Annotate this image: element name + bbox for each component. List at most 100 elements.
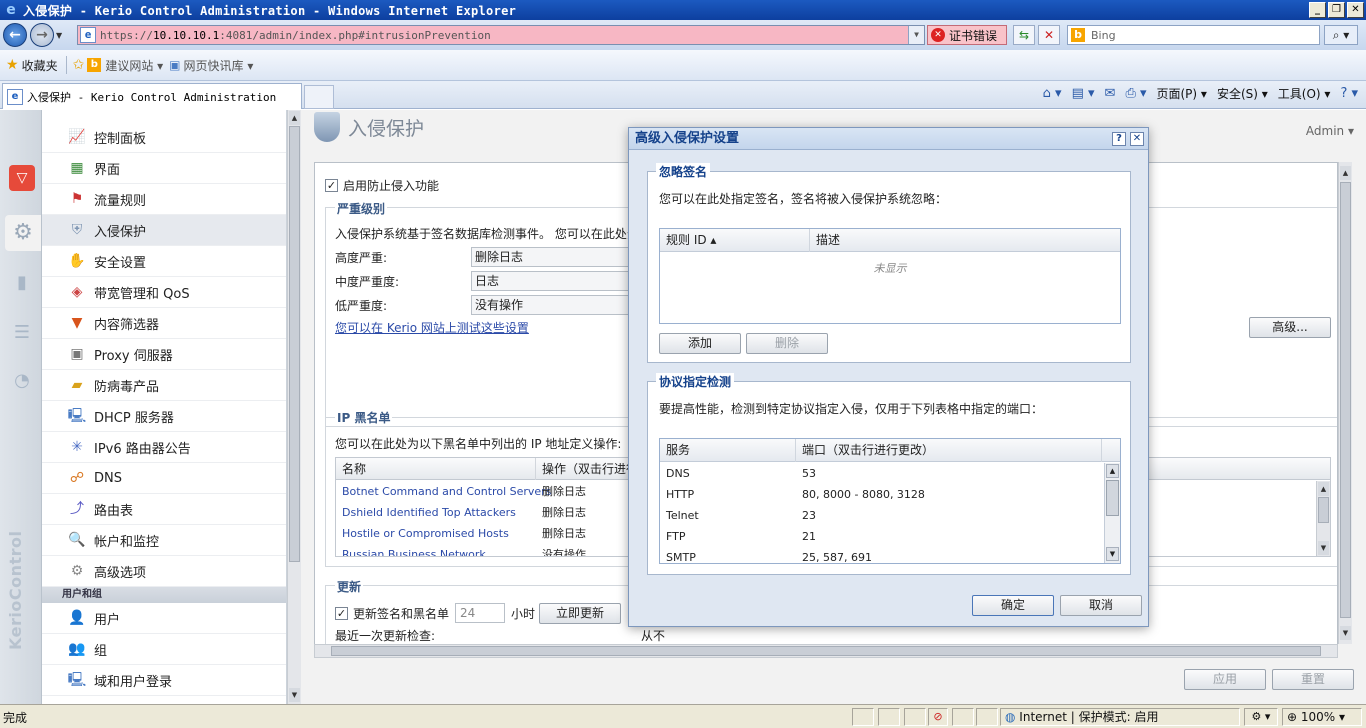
close-icon[interactable]: ✕: [1130, 132, 1144, 146]
sidebar-item-dns[interactable]: ☍ DNS: [42, 463, 286, 494]
scroll-thumb[interactable]: [289, 126, 300, 562]
sidebar-item-domains[interactable]: 🖳 域和用户登录: [42, 665, 286, 696]
sidebar-item-groups[interactable]: 👥 组: [42, 634, 286, 665]
scroll-up-icon[interactable]: ▲: [1318, 482, 1329, 496]
table-row[interactable]: HTTP 80, 8000 - 8080, 3128: [660, 484, 1105, 505]
sidebar-item-content-filter[interactable]: ▼ 内容筛选器: [42, 308, 286, 339]
table-row[interactable]: Telnet 23: [660, 505, 1105, 526]
blacklist-scrollbar[interactable]: ▲ ▼: [1316, 481, 1330, 556]
sidebar-item-dashboard[interactable]: 📈 控制面板: [42, 122, 286, 153]
search-button[interactable]: ⌕ ▾: [1324, 25, 1358, 45]
reset-button[interactable]: 重置: [1272, 669, 1354, 690]
scroll-thumb[interactable]: [1318, 497, 1329, 523]
blacklist-name[interactable]: Russian Business Network: [336, 544, 486, 556]
safety-menu[interactable]: 安全(S) ▾: [1217, 85, 1268, 102]
status-section-icon[interactable]: ◔: [9, 368, 35, 394]
scroll-up-icon[interactable]: ▲: [1340, 166, 1351, 180]
forward-icon[interactable]: →: [30, 23, 54, 47]
auto-update-checkbox[interactable]: ✓: [335, 607, 348, 620]
col-port-header[interactable]: 端口（双击行进行更改）: [796, 439, 1102, 462]
scroll-thumb[interactable]: [1106, 480, 1119, 516]
sidebar-item-traffic-rules[interactable]: ⚑ 流量规则: [42, 184, 286, 215]
print-icon[interactable]: ⎙ ▾: [1125, 86, 1146, 101]
popup-blocked-icon[interactable]: ⊘: [928, 708, 948, 726]
scroll-down-icon[interactable]: ▼: [1318, 541, 1329, 555]
update-now-button[interactable]: 立即更新: [539, 603, 621, 624]
high-severity-select[interactable]: 删除日志: [471, 247, 631, 267]
statistics-section-icon[interactable]: ▮: [9, 270, 35, 296]
apply-button[interactable]: 应用: [1184, 669, 1266, 690]
new-tab-button[interactable]: [304, 85, 334, 109]
sidebar-item-accounting[interactable]: 🔍 帐户和监控: [42, 525, 286, 556]
security-zone[interactable]: ◍ Internet | 保护模式: 启用: [1000, 708, 1240, 726]
web-slice-button[interactable]: ▣ 网页快讯库 ▾: [169, 57, 253, 74]
cancel-button[interactable]: 取消: [1060, 595, 1142, 616]
url-dropdown-icon[interactable]: ▼: [908, 26, 924, 44]
config-section-icon[interactable]: ⚙: [5, 215, 41, 251]
security-section-icon[interactable]: ▽: [9, 165, 35, 191]
scroll-down-icon[interactable]: ▼: [289, 688, 300, 702]
search-input[interactable]: b Bing: [1067, 25, 1320, 45]
home-icon[interactable]: ⌂ ▾: [1043, 86, 1062, 101]
favorites-button[interactable]: ★ 收藏夹: [6, 57, 58, 74]
page-menu[interactable]: 页面(P) ▾: [1157, 85, 1207, 102]
table-row[interactable]: DNS 53: [660, 463, 1105, 484]
hscroll-thumb[interactable]: [331, 646, 1321, 656]
sidebar-item-advanced[interactable]: ⚙ 高级选项: [42, 556, 286, 587]
protected-mode-icon[interactable]: ⚙ ▾: [1244, 708, 1278, 726]
logs-section-icon[interactable]: ☰: [9, 320, 35, 346]
sidebar-item-antivirus[interactable]: ▰ 防病毒产品: [42, 370, 286, 401]
browser-tab[interactable]: e 入侵保护 - Kerio Control Administration: [2, 83, 302, 109]
scroll-down-icon[interactable]: ▼: [1106, 547, 1119, 561]
stop-icon[interactable]: ✕: [1038, 25, 1060, 45]
refresh-icon[interactable]: ⇆: [1013, 25, 1035, 45]
main-scrollbar[interactable]: ▲ ▼: [1338, 162, 1352, 644]
mail-icon[interactable]: ✉: [1105, 86, 1116, 101]
table-row[interactable]: FTP 21: [660, 526, 1105, 547]
url-field[interactable]: e https://10.10.10.1:4081/admin/index.ph…: [77, 25, 925, 45]
scroll-thumb[interactable]: [1340, 182, 1351, 618]
admin-menu[interactable]: Admin ▾: [1306, 124, 1354, 138]
history-dropdown-icon[interactable]: ▼: [56, 31, 66, 40]
feeds-icon[interactable]: ▤ ▾: [1072, 86, 1095, 101]
blacklist-name[interactable]: Botnet Command and Control Servers: [336, 481, 551, 502]
sidebar-item-security-settings[interactable]: ✋ 安全设置: [42, 246, 286, 277]
col-name-header[interactable]: 名称: [336, 458, 536, 480]
col-service-header[interactable]: 服务: [660, 439, 796, 462]
help-icon[interactable]: ?: [1112, 132, 1126, 146]
main-hscrollbar[interactable]: [314, 644, 1338, 658]
remove-signature-button[interactable]: 删除: [746, 333, 828, 354]
zoom-control[interactable]: ⊕ 100% ▾: [1282, 708, 1362, 726]
sidebar-item-bandwidth[interactable]: ◈ 带宽管理和 QoS: [42, 277, 286, 308]
back-icon[interactable]: ←: [3, 23, 27, 47]
test-settings-link[interactable]: 您可以在 Kerio 网站上测试这些设置: [335, 319, 529, 336]
ok-button[interactable]: 确定: [972, 595, 1054, 616]
update-hours-input[interactable]: 24: [455, 603, 505, 623]
sidebar-item-users[interactable]: 👤 用户: [42, 603, 286, 634]
close-icon[interactable]: ✕: [1347, 2, 1364, 18]
low-severity-select[interactable]: 没有操作: [471, 295, 631, 315]
col-description-header[interactable]: 描述: [810, 229, 1120, 252]
sidebar-item-ipv6[interactable]: ✳ IPv6 路由器公告: [42, 432, 286, 463]
medium-severity-select[interactable]: 日志: [471, 271, 631, 291]
protocol-table-scrollbar[interactable]: ▲ ▼: [1104, 463, 1120, 563]
blacklist-name[interactable]: Dshield Identified Top Attackers: [336, 502, 516, 523]
cert-error-button[interactable]: ✕ 证书错误: [927, 25, 1007, 45]
help-icon[interactable]: ? ▾: [1340, 86, 1358, 101]
sidebar-scrollbar[interactable]: ▲ ▼: [287, 110, 301, 704]
col-rule-id-header[interactable]: 规则 ID ▴: [660, 229, 810, 252]
scroll-up-icon[interactable]: ▲: [289, 111, 300, 125]
restore-icon[interactable]: ❐: [1328, 2, 1345, 18]
table-row[interactable]: SMTP 25, 587, 691: [660, 547, 1105, 563]
scroll-down-icon[interactable]: ▼: [1340, 626, 1351, 640]
scroll-up-icon[interactable]: ▲: [1106, 464, 1119, 478]
sidebar-item-routing[interactable]: ⤴ 路由表: [42, 494, 286, 525]
enable-ips-checkbox[interactable]: ✓: [325, 179, 338, 192]
minimize-icon[interactable]: _: [1309, 2, 1326, 18]
sidebar-item-interfaces[interactable]: ▦ 界面: [42, 153, 286, 184]
sidebar-item-dhcp[interactable]: 🖳 DHCP 服务器: [42, 401, 286, 432]
advanced-button[interactable]: 高级...: [1249, 317, 1331, 338]
sidebar-item-proxy[interactable]: ▣ Proxy 伺服器: [42, 339, 286, 370]
tools-menu[interactable]: 工具(O) ▾: [1278, 85, 1331, 102]
suggested-sites-button[interactable]: ✩ b 建议网站 ▾: [73, 57, 164, 74]
